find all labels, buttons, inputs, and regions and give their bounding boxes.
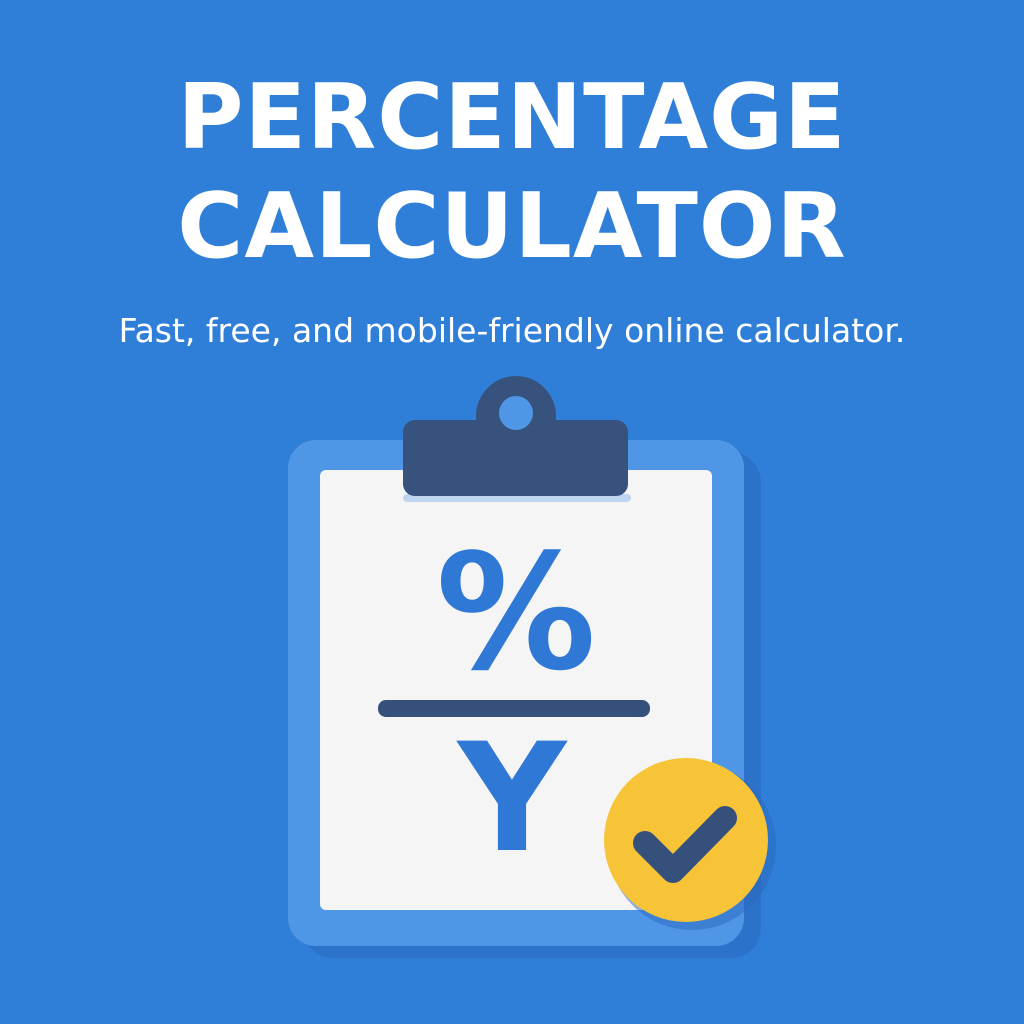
variable-symbol: Y [456, 712, 569, 886]
clipboard-illustration: % Y [288, 376, 776, 958]
clipboard-clip-icon [403, 376, 631, 502]
percent-symbol: % [436, 519, 596, 706]
